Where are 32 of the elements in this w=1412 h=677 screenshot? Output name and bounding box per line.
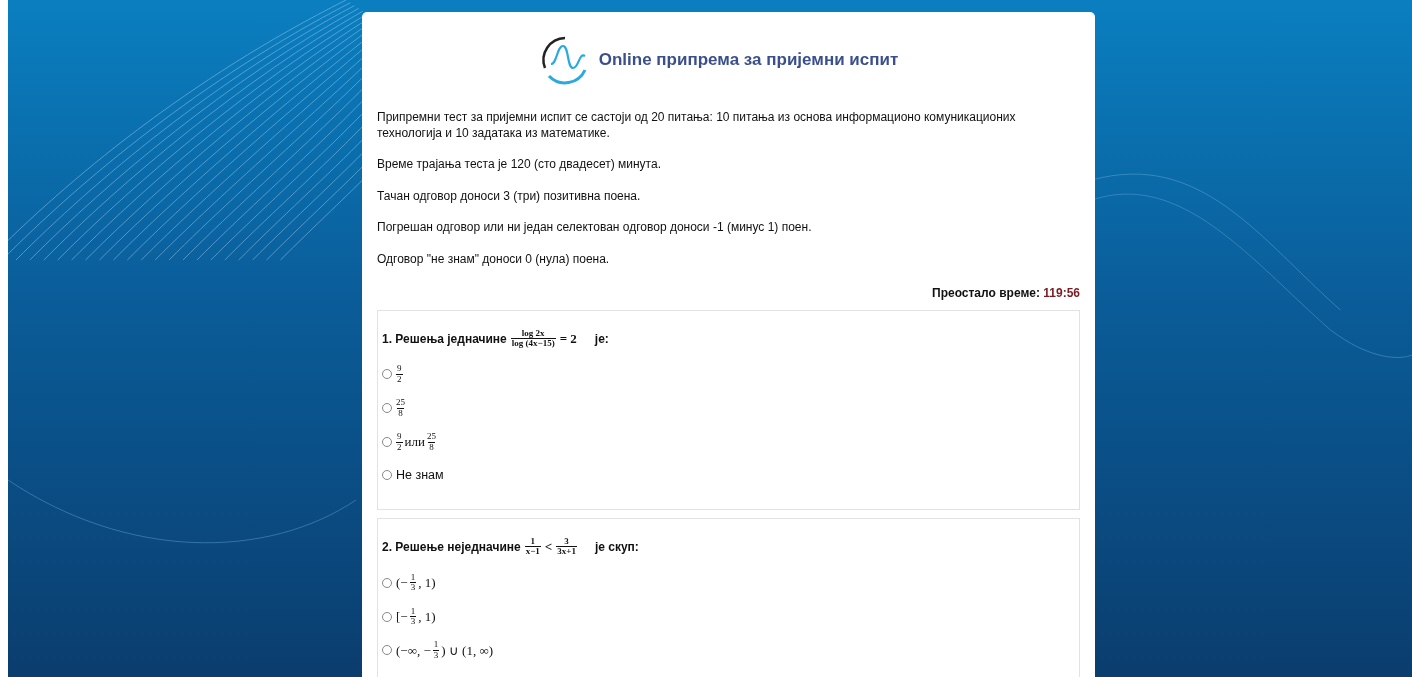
fraction: 25 8: [426, 432, 436, 453]
fraction: 1 x−1: [524, 536, 541, 557]
fraction: 1 3: [409, 572, 417, 593]
math-text: <: [544, 538, 553, 556]
question-text: 1. Решења једначине: [382, 330, 507, 348]
intro-paragraph: Припремни тест за пријемни испит се састоји од 20 питања: 10 питања из основа информационо комуникационих технологија и 10 задатака из математике.: [377, 110, 1017, 142]
question-suffix: је:: [594, 330, 609, 348]
fraction: 3 3x+1: [556, 536, 577, 557]
timer-label: Преостало време:: [932, 285, 1040, 300]
fraction: 9 2: [396, 432, 403, 453]
question-suffix: је скуп:: [594, 538, 639, 556]
intro-paragraph: Време трајања теста је 120 (сто двадесет) минута.: [377, 157, 662, 173]
math-text: или: [404, 433, 425, 452]
fraction: 1 3: [409, 606, 417, 627]
math-text: ) ∪ (1, ∞): [441, 641, 494, 660]
math-text: [−: [396, 607, 408, 626]
intro-paragraph: Одговор "не знам" доноси 0 (нула) поена.: [377, 251, 611, 268]
fraction: 1 3: [432, 640, 440, 661]
math-text: = 2: [559, 329, 577, 348]
math-text: (−∞, −: [396, 641, 431, 660]
math-text: , 1): [418, 607, 436, 626]
intro-paragraph: Погрешан одговор или ни један селектован одговор доноси -1 (минус 1) поен.: [377, 220, 813, 236]
intro-paragraph: Тачан одговор доноси 3 (три) позитивна поена.: [377, 188, 642, 205]
timer-value: 119:56: [1043, 285, 1080, 300]
option-label: Не знам: [396, 467, 444, 485]
fraction: log 2x log (4x−15): [510, 328, 556, 349]
math-text: , 1): [418, 573, 436, 592]
math-text: (−: [396, 573, 408, 592]
question-text: 2. Решење неједначине: [382, 538, 521, 556]
fraction: 9 2: [396, 364, 403, 385]
fraction: 25 8: [396, 398, 405, 419]
page-title: Online припрема за пријемни испит: [598, 49, 899, 72]
